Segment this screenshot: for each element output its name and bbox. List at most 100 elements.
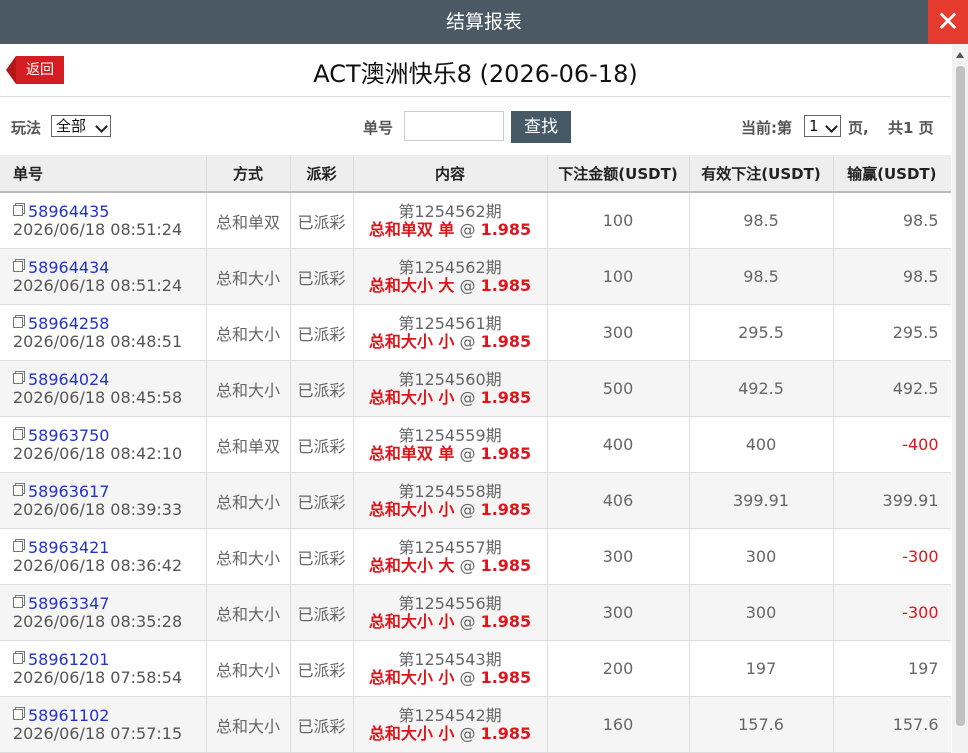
column-header: 内容 <box>353 155 548 193</box>
mode-cell: 总和大小 <box>206 472 291 529</box>
order-cell: 58963421 2026/06/18 08:36:42 <box>0 528 207 585</box>
bet-selection: 总和单双 单 <box>368 443 455 463</box>
order-timestamp: 2026/06/18 08:42:10 <box>13 443 183 463</box>
table-row: 58964258 2026/06/18 08:48:51 总和大小 已派彩 第12545… <box>0 304 951 361</box>
content-cell: 第1254542期 总和大小 小 @ 1.985 <box>353 696 548 753</box>
status-cell: 已派彩 <box>290 640 354 697</box>
order-timestamp: 2026/06/18 08:51:24 <box>13 275 183 295</box>
content-cell: 第1254562期 总和单双 单 @ 1.985 <box>353 192 548 249</box>
win-loss-cell: 399.91 <box>833 472 951 529</box>
valid-bet-cell: 98.5 <box>689 192 834 249</box>
at-sign: @ <box>454 443 481 463</box>
status-cell: 已派彩 <box>290 416 354 473</box>
bet-amount-cell: 100 <box>547 248 690 305</box>
order-number-input[interactable] <box>404 111 504 141</box>
status-cell: 已派彩 <box>290 584 354 641</box>
copy-icon[interactable] <box>13 708 23 720</box>
status-cell: 已派彩 <box>290 192 354 249</box>
order-cell: 58963347 2026/06/18 08:35:28 <box>0 584 207 641</box>
order-cell: 58964258 2026/06/18 08:48:51 <box>0 304 207 361</box>
table-row: 58963347 2026/06/18 08:35:28 总和大小 已派彩 第12545… <box>0 584 951 641</box>
valid-bet-cell: 157.6 <box>689 696 834 753</box>
bet-selection: 总和大小 大 <box>368 275 455 295</box>
period-number: 第1254560期 <box>398 369 502 389</box>
bet-selection: 总和大小 小 <box>368 331 455 351</box>
at-sign: @ <box>454 611 481 631</box>
column-header: 派彩 <box>290 155 354 193</box>
copy-icon[interactable] <box>13 204 23 216</box>
column-header: 方式 <box>206 155 291 193</box>
bet-odds: 1.985 <box>480 387 532 407</box>
period-number: 第1254558期 <box>398 481 502 501</box>
scrollbar-thumb[interactable] <box>956 66 965 726</box>
content-cell: 第1254558期 总和大小 小 @ 1.985 <box>353 472 548 529</box>
mode-cell: 总和大小 <box>206 640 291 697</box>
bet-amount-cell: 200 <box>547 640 690 697</box>
copy-icon[interactable] <box>13 316 23 328</box>
copy-icon[interactable] <box>13 540 23 552</box>
order-id-link[interactable]: 58964434 <box>28 258 109 277</box>
mode-cell: 总和大小 <box>206 584 291 641</box>
order-id-link[interactable]: 58961201 <box>28 650 109 669</box>
status-cell: 已派彩 <box>290 528 354 585</box>
order-cell: 58961201 2026/06/18 07:58:54 <box>0 640 207 697</box>
mode-cell: 总和大小 <box>206 528 291 585</box>
play-type-select[interactable]: 全部 <box>51 115 111 137</box>
copy-icon[interactable] <box>13 260 23 272</box>
close-icon[interactable]: ✕ <box>928 0 968 44</box>
order-id-link[interactable]: 58964258 <box>28 314 109 333</box>
bet-selection: 总和单双 单 <box>368 219 455 239</box>
copy-icon[interactable] <box>13 596 23 608</box>
order-timestamp: 2026/06/18 08:39:33 <box>13 499 183 519</box>
valid-bet-cell: 300 <box>689 528 834 585</box>
page-title: ACT澳洲快乐8 (2026-06-18) <box>313 60 638 88</box>
bet-odds: 1.985 <box>480 219 532 239</box>
copy-icon[interactable] <box>13 652 23 664</box>
win-loss-cell: -300 <box>833 528 951 585</box>
column-header: 输赢(USDT) <box>833 155 951 193</box>
copy-icon[interactable] <box>13 372 23 384</box>
copy-icon[interactable] <box>13 484 23 496</box>
order-id-link[interactable]: 58963421 <box>28 538 109 557</box>
report-content: 返回 ACT澳洲快乐8 (2026-06-18) 玩法 全部 单号 查找 当前:… <box>0 44 951 753</box>
table-row: 58961201 2026/06/18 07:58:54 总和大小 已派彩 第12545… <box>0 640 951 697</box>
search-button[interactable]: 查找 <box>511 111 571 143</box>
table-row: 58963617 2026/06/18 08:39:33 总和大小 已派彩 第12545… <box>0 472 951 529</box>
column-header: 有效下注(USDT) <box>689 155 834 193</box>
order-id-link[interactable]: 58963617 <box>28 482 109 501</box>
chevron-down-icon <box>95 120 108 133</box>
order-timestamp: 2026/06/18 07:57:15 <box>13 723 183 743</box>
vertical-scrollbar[interactable] <box>952 44 968 753</box>
valid-bet-cell: 197 <box>689 640 834 697</box>
order-id-link[interactable]: 58964024 <box>28 370 109 389</box>
order-id-link[interactable]: 58963750 <box>28 426 109 445</box>
order-number-label: 单号 <box>363 119 394 137</box>
at-sign: @ <box>454 219 481 239</box>
bet-amount-cell: 100 <box>547 192 690 249</box>
bet-odds: 1.985 <box>480 443 532 463</box>
at-sign: @ <box>454 723 481 743</box>
page-select-value: 1 <box>809 117 819 135</box>
bet-amount-cell: 300 <box>547 584 690 641</box>
win-loss-cell: 295.5 <box>833 304 951 361</box>
win-loss-cell: -400 <box>833 416 951 473</box>
order-cell: 58961102 2026/06/18 07:57:15 <box>0 696 207 753</box>
content-cell: 第1254559期 总和单双 单 @ 1.985 <box>353 416 548 473</box>
valid-bet-cell: 399.91 <box>689 472 834 529</box>
table-row: 58964024 2026/06/18 08:45:58 总和大小 已派彩 第12545… <box>0 360 951 417</box>
table-row: 58961102 2026/06/18 07:57:15 总和大小 已派彩 第12545… <box>0 696 951 753</box>
bet-odds: 1.985 <box>480 275 532 295</box>
order-id-link[interactable]: 58961102 <box>28 706 109 725</box>
bet-odds: 1.985 <box>480 499 532 519</box>
valid-bet-cell: 98.5 <box>689 248 834 305</box>
page-select[interactable]: 1 <box>804 115 841 137</box>
copy-icon[interactable] <box>13 428 23 440</box>
mode-cell: 总和大小 <box>206 304 291 361</box>
page-prefix-label: 当前:第 <box>741 119 792 137</box>
order-id-link[interactable]: 58964435 <box>28 202 109 221</box>
table-body: 58964435 2026/06/18 08:51:24 总和单双 已派彩 第12545… <box>0 192 951 753</box>
order-id-link[interactable]: 58963347 <box>28 594 109 613</box>
order-timestamp: 2026/06/18 07:58:54 <box>13 667 183 687</box>
column-header: 单号 <box>0 155 207 193</box>
scroll-up-arrow-icon[interactable] <box>956 52 964 58</box>
